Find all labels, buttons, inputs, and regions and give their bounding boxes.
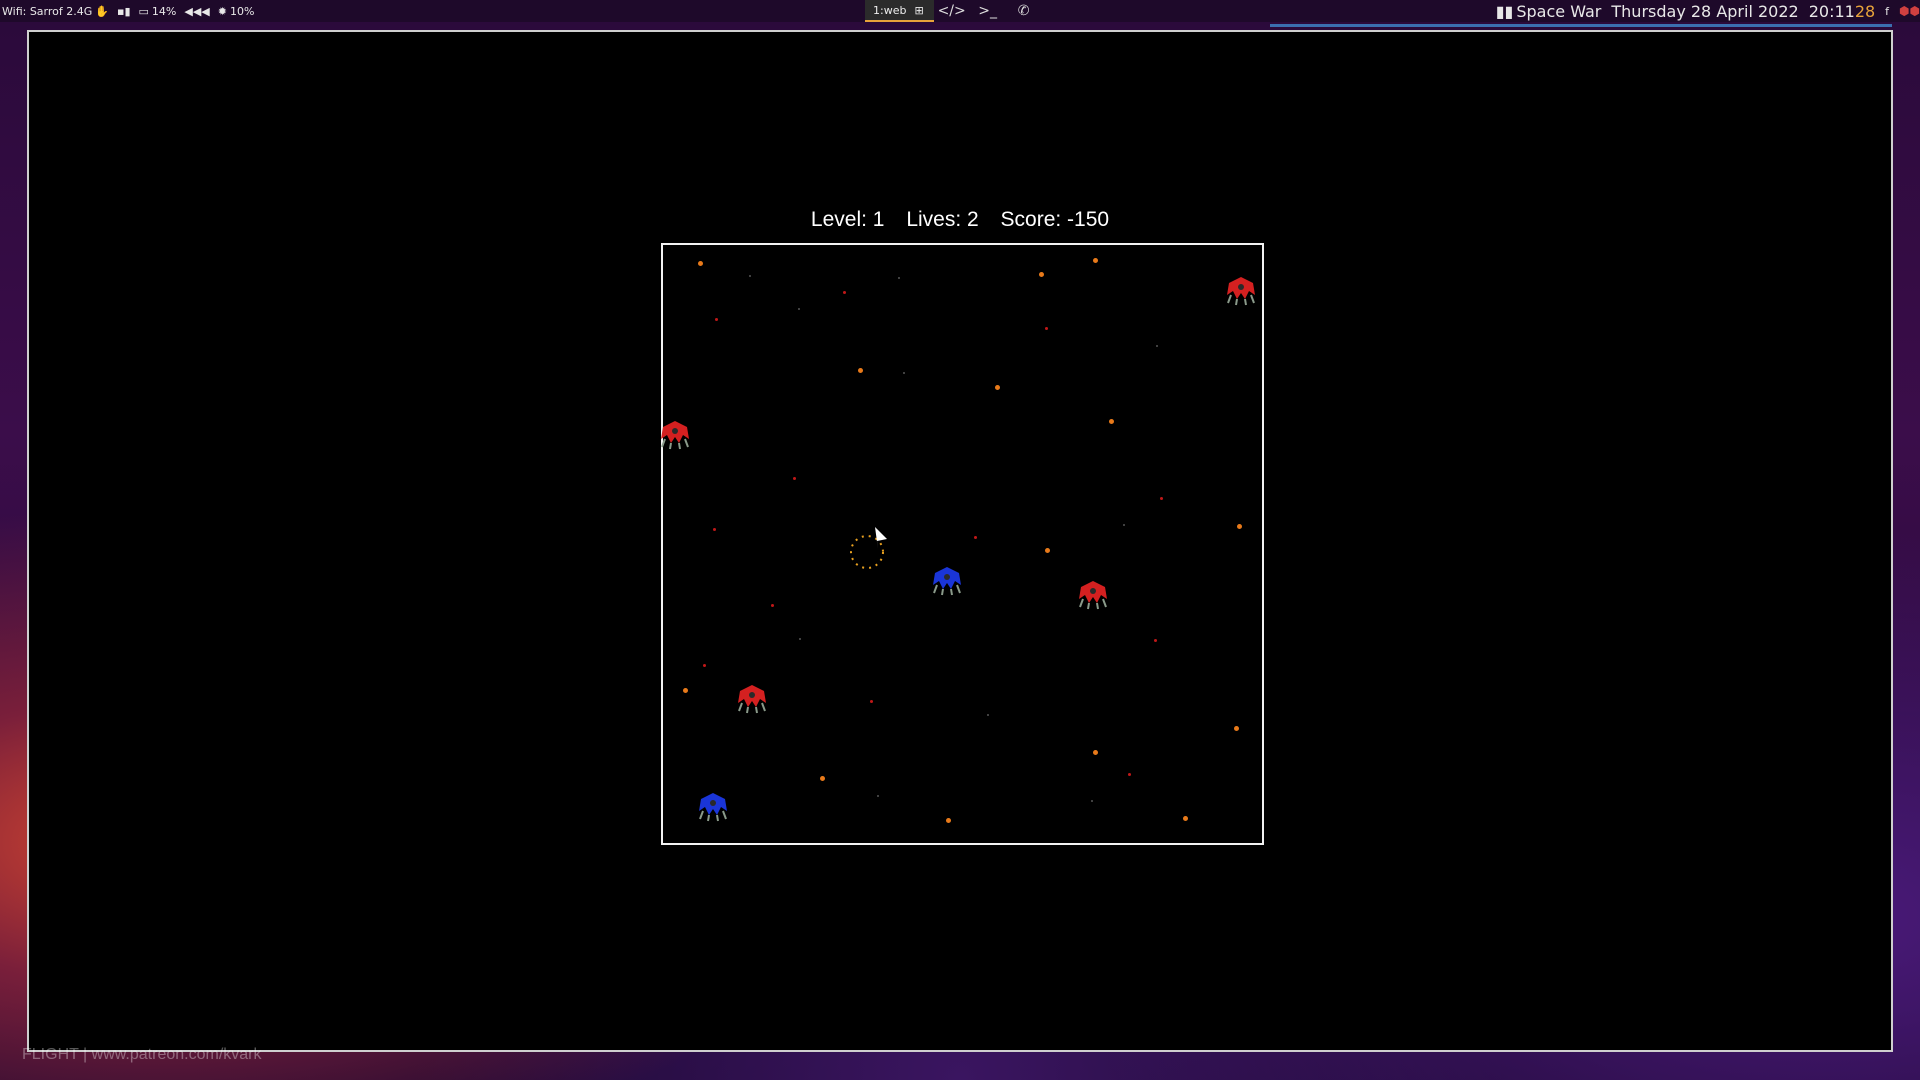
particle bbox=[1045, 327, 1048, 330]
hud: Level: 1 Lives: 2 Score: -150 bbox=[0, 208, 1920, 232]
focus-indicator bbox=[1270, 24, 1892, 27]
dust bbox=[1156, 345, 1158, 347]
clock[interactable]: 20:1128 bbox=[1809, 2, 1875, 21]
time-seconds: 28 bbox=[1854, 1, 1876, 21]
particle bbox=[858, 368, 863, 373]
particle bbox=[713, 528, 716, 531]
particle bbox=[1160, 497, 1163, 500]
time-hm: 20:11 bbox=[1808, 1, 1855, 21]
wifi-label: Wifi: Sarrof 2.4G bbox=[2, 4, 93, 18]
phone-icon[interactable]: ✆ bbox=[1006, 0, 1042, 22]
particle bbox=[1237, 524, 1242, 529]
window-title: ▮▮ Space War bbox=[1496, 2, 1602, 21]
dust bbox=[898, 277, 900, 279]
particle bbox=[793, 477, 796, 480]
particle bbox=[1234, 726, 1239, 731]
workspace-label: 1:web bbox=[873, 3, 907, 17]
particle bbox=[1039, 272, 1044, 277]
ally-ship bbox=[699, 793, 727, 822]
ally-ship bbox=[933, 567, 961, 596]
workspace-1[interactable]: 1:web ⊞ bbox=[865, 0, 934, 22]
battery-label: 14% bbox=[151, 4, 177, 18]
particle bbox=[703, 664, 706, 667]
enemy-ship bbox=[738, 685, 766, 714]
hand-icon: ✋ bbox=[95, 4, 109, 18]
dust bbox=[1091, 800, 1093, 802]
dust bbox=[799, 638, 801, 640]
clock-area: ▮▮ Space War Thursday 28 April 2022 20:1… bbox=[1496, 0, 1920, 22]
enemy-ship bbox=[661, 421, 689, 450]
particle bbox=[698, 261, 703, 266]
battery-status[interactable]: ▭ 14% bbox=[139, 5, 177, 18]
enemy-ship bbox=[1079, 581, 1107, 610]
particle bbox=[820, 776, 825, 781]
keyboard-layout[interactable]: f bbox=[1885, 5, 1889, 18]
particle bbox=[1093, 258, 1098, 263]
dust bbox=[903, 372, 905, 374]
particle bbox=[1128, 773, 1131, 776]
app-title: Space War bbox=[1516, 1, 1602, 21]
volume-icon: ◀◀◀ bbox=[184, 4, 210, 18]
particle bbox=[870, 700, 873, 703]
date-label: Thursday 28 April 2022 bbox=[1611, 1, 1799, 21]
network-icon: ⊞ bbox=[914, 3, 924, 17]
particle bbox=[715, 318, 718, 321]
enemy-ship bbox=[1227, 277, 1255, 306]
tray-icons[interactable]: ⬢⬢ bbox=[1899, 4, 1920, 18]
book-icon: ▮▮ bbox=[1495, 1, 1514, 21]
game-arena[interactable] bbox=[661, 243, 1264, 845]
level-label: Level: 1 bbox=[810, 208, 885, 231]
code-icon[interactable]: </> bbox=[934, 0, 970, 22]
status-area: Wifi: Sarrof 2.4G ✋ ▪▮ ▭ 14% ◀◀◀ ✹ 10% bbox=[2, 0, 254, 22]
wallpaper-caption: FLIGHT | www.patreon.com/kvark bbox=[22, 1046, 262, 1063]
player-ship bbox=[850, 527, 887, 569]
wifi-status[interactable]: Wifi: Sarrof 2.4G ✋ bbox=[2, 5, 109, 18]
score-label: Score: -150 bbox=[1000, 208, 1110, 231]
workspace-switcher: 1:web ⊞ </> >_ ✆ bbox=[865, 0, 1042, 22]
particle bbox=[843, 291, 846, 294]
particle bbox=[683, 688, 688, 693]
particle bbox=[995, 385, 1000, 390]
volume-controls[interactable]: ◀◀◀ bbox=[184, 5, 209, 18]
brightness-status[interactable]: ✹ 10% bbox=[218, 5, 255, 18]
particle bbox=[946, 818, 951, 823]
layout-icon[interactable]: ▪▮ bbox=[117, 5, 131, 18]
dust bbox=[1123, 524, 1125, 526]
particle bbox=[1109, 419, 1114, 424]
dust bbox=[987, 714, 989, 716]
brightness-label: 10% bbox=[229, 4, 255, 18]
brightness-icon: ✹ bbox=[217, 4, 227, 18]
particle bbox=[1183, 816, 1188, 821]
particle bbox=[1045, 548, 1050, 553]
dust bbox=[749, 275, 751, 277]
top-panel: Wifi: Sarrof 2.4G ✋ ▪▮ ▭ 14% ◀◀◀ ✹ 10% 1… bbox=[0, 0, 1920, 22]
particle bbox=[974, 536, 977, 539]
particle bbox=[1154, 639, 1157, 642]
dust bbox=[877, 795, 879, 797]
lives-label: Lives: 2 bbox=[906, 208, 979, 231]
battery-icon: ▭ bbox=[138, 4, 149, 18]
particle bbox=[1093, 750, 1098, 755]
particle bbox=[771, 604, 774, 607]
dust bbox=[798, 308, 800, 310]
terminal-icon[interactable]: >_ bbox=[970, 0, 1006, 22]
